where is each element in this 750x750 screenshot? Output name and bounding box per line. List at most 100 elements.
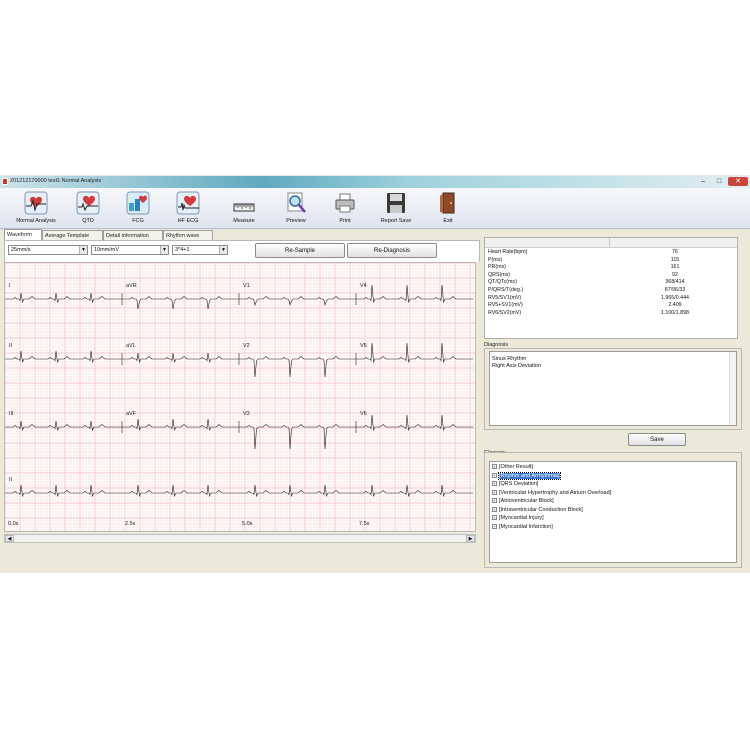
measurement-key: PR(ms) — [488, 264, 506, 271]
print-label: Print — [339, 218, 351, 224]
ecg-grid — [5, 263, 475, 531]
glossary-item-label: [Myocardial Infarction] — [499, 523, 553, 530]
diagnosis-line: Sinus Rhythm — [492, 356, 527, 362]
fcg-button[interactable]: FCG — [116, 190, 160, 226]
speed-select[interactable]: 25mm/s ▼ — [8, 245, 88, 255]
scroll-right-icon[interactable]: ▶ — [466, 535, 475, 542]
measurement-key: RV5/SV1(mV) — [488, 294, 522, 301]
measurement-value: 115 — [670, 256, 680, 263]
expand-icon[interactable]: + — [492, 515, 497, 521]
glossary-item[interactable]: + [Intraventricular Conduction Block] — [492, 507, 583, 514]
exit-label: Exit — [443, 218, 453, 224]
glossary-item[interactable]: + [Ventricular Hypertrophy and Atrium Ove… — [492, 490, 611, 497]
expand-icon[interactable]: + — [492, 498, 497, 504]
measurement-value: 2.409 — [668, 302, 682, 309]
waveform-scrollbar[interactable]: ◀ ▶ — [4, 534, 476, 543]
measurement-key: RV6/SV2(mV) — [488, 309, 522, 316]
expand-icon[interactable]: + — [492, 489, 497, 495]
measurement-row: RV6/SV2(mV) 1.100/1.898 — [485, 310, 737, 317]
measurement-row: Heart Rate(bpm) 76 — [485, 249, 737, 256]
resample-button[interactable]: Re-Sample — [255, 243, 345, 258]
window-title: 201212170000 test1 Normal Analysis — [10, 178, 102, 184]
measurement-key: Heart Rate(bpm) — [488, 249, 528, 255]
diagnosis-line: Right Axis Deviation — [492, 363, 541, 369]
speed-value: 25mm/s — [11, 247, 31, 253]
chevron-down-icon: ▼ — [160, 246, 168, 254]
glossary-item[interactable]: + [Atrioventricular Block] — [492, 498, 554, 505]
qtd-button[interactable]: QTD — [66, 190, 110, 226]
exit-button[interactable]: Exit — [426, 190, 470, 226]
measurement-row: RV5/SV1(mV) 1.965/0.444 — [485, 295, 737, 302]
hf-ecg-label: HF ECG — [177, 218, 199, 224]
measurement-row: PR(ms) 161 — [485, 264, 737, 271]
glossary-item-label: [QRS Deviation] — [499, 481, 539, 487]
measurement-value: 368/414 — [665, 279, 685, 286]
glossary-item-label: [Intraventricular Conduction Block] — [499, 506, 583, 513]
save-button[interactable]: Save — [628, 433, 686, 446]
minimize-button[interactable]: – — [696, 177, 710, 186]
tab-waveform[interactable]: Waveform — [4, 229, 42, 240]
measurement-row: RV5+SV1(mV) 2.409 — [485, 302, 737, 309]
lead-label: II — [9, 343, 13, 349]
glossary-item[interactable]: + [Rhythm and Arrhythmia] — [492, 471, 561, 480]
scroll-left-icon[interactable]: ◀ — [5, 535, 14, 542]
glossary-item-label: [Ventricular Hypertrophy and Atrium Over… — [499, 489, 612, 496]
lead-label: V1 — [243, 283, 250, 289]
measurement-value: 92 — [672, 271, 678, 278]
glossary-item-label: [Rhythm and Arrhythmia] — [498, 471, 561, 480]
title-bar: 201212170000 test1 Normal Analysis – □ ✕ — [0, 176, 750, 188]
normal-analysis-button[interactable]: Normal Analysis — [14, 190, 58, 226]
toolbar: Normal Analysis QTD FCG HF ECG Measure P… — [0, 188, 750, 229]
tab-rhythm-wave[interactable]: Rhythm wave — [163, 230, 213, 240]
expand-icon[interactable]: + — [492, 481, 497, 487]
expand-icon[interactable]: + — [492, 523, 497, 529]
chevron-down-icon: ▼ — [219, 246, 227, 254]
ecg-heart-icon — [24, 191, 48, 215]
measure-button[interactable]: Measure — [222, 190, 266, 226]
lead-label: V6 — [360, 411, 367, 417]
preview-button[interactable]: Preview — [274, 190, 318, 226]
time-label: 5.0s — [242, 521, 253, 527]
gain-select[interactable]: 10mm/mV ▼ — [91, 245, 169, 255]
glossary-item-label: [Other Result] — [499, 464, 533, 470]
rediagnosis-button[interactable]: Re-Diagnosis — [347, 243, 437, 258]
expand-icon[interactable]: + — [492, 472, 497, 478]
glossary-item-label: [Atrioventricular Block] — [499, 498, 554, 504]
glossary-item[interactable]: + [QRS Deviation] — [492, 481, 538, 488]
measurement-row: P/QRS/T(deg.) 67/96/33 — [485, 287, 737, 294]
gain-value: 10mm/mV — [94, 247, 120, 253]
fcg-label: FCG — [132, 218, 144, 224]
measurement-value: 1.100/1.898 — [661, 309, 689, 316]
time-label: 0.0s — [8, 521, 19, 527]
app-icon — [2, 178, 8, 185]
lead-label: aVR — [126, 283, 137, 289]
print-button[interactable]: Print — [323, 190, 367, 226]
measurement-key: QT/QTc(ms) — [488, 279, 517, 286]
measurement-value: 76 — [672, 249, 678, 255]
glossary-item[interactable]: + [Myocardial Injury] — [492, 515, 544, 522]
lead-label: III — [9, 411, 14, 417]
hf-ecg-button[interactable]: HF ECG — [166, 190, 210, 226]
normal-analysis-label: Normal Analysis — [16, 218, 56, 224]
tab-detail-information[interactable]: Detail information — [103, 230, 163, 240]
glossary-item[interactable]: + [Other Result] — [492, 464, 533, 471]
close-button[interactable]: ✕ — [728, 177, 748, 186]
report-save-button[interactable]: Report Save — [374, 190, 418, 226]
measurement-key: QRS(ms) — [488, 271, 511, 278]
diagnosis-scrollbar[interactable] — [729, 352, 736, 425]
time-label: 2.5s — [125, 521, 136, 527]
glossary-item[interactable]: + [Myocardial Infarction] — [492, 524, 553, 531]
lead-label: V2 — [243, 343, 250, 349]
lead-label: V5 — [360, 343, 367, 349]
measurement-value: 1.965/0.444 — [661, 294, 689, 301]
layout-select[interactable]: 3*4+1 ▼ — [172, 245, 228, 255]
maximize-button[interactable]: □ — [712, 177, 726, 186]
qtd-label: QTD — [82, 218, 94, 224]
expand-icon[interactable]: + — [492, 464, 497, 470]
expand-icon[interactable]: + — [492, 506, 497, 512]
lead-label: II — [9, 477, 13, 483]
floppy-disk-icon — [387, 193, 405, 213]
measurement-key: RV5+SV1(mV) — [488, 302, 523, 309]
diagnosis-textbox[interactable]: Sinus Rhythm Right Axis Deviation — [489, 351, 737, 426]
tab-average-template[interactable]: Average Template — [42, 230, 103, 240]
